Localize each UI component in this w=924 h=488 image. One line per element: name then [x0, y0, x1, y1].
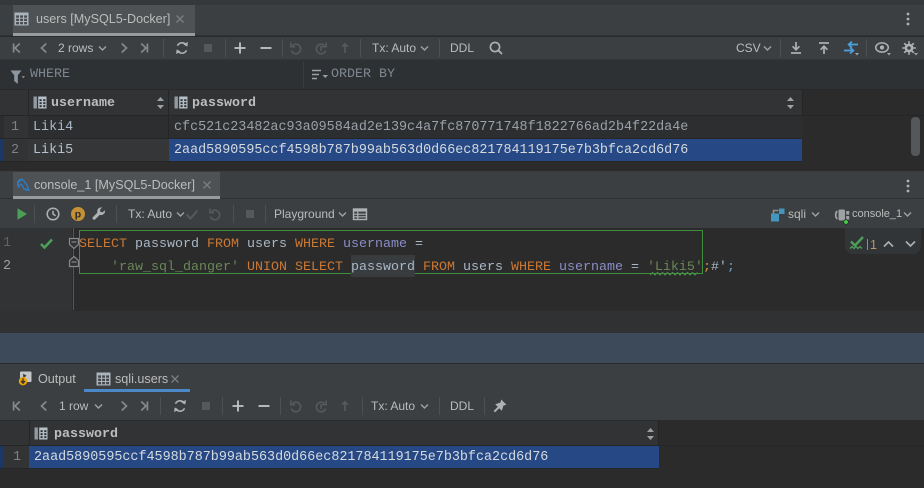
svg-text:p: p: [75, 208, 81, 220]
